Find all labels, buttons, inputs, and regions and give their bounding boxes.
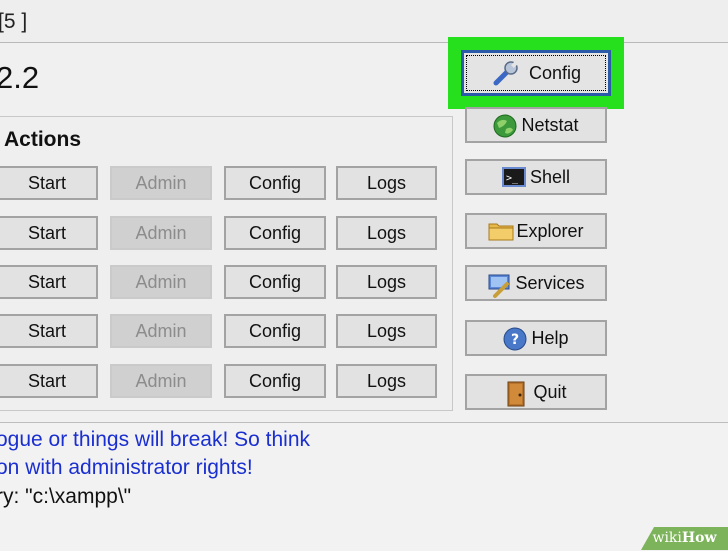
start-button[interactable]: Start [0, 265, 98, 299]
main-config-label: Config [528, 62, 582, 83]
admin-button: Admin [110, 364, 212, 398]
start-button[interactable]: Start [0, 314, 98, 348]
services-label: Services [515, 273, 585, 293]
config-button[interactable]: Config [224, 314, 326, 348]
netstat-button[interactable]: Netstat [465, 107, 607, 143]
explorer-button[interactable]: Explorer [465, 213, 607, 249]
log-line: on with administrator rights! [0, 456, 253, 479]
config-button[interactable]: Config [224, 166, 326, 200]
wrench-icon [491, 58, 521, 88]
version-label: 2.2 [0, 60, 40, 95]
quit-button[interactable]: Quit [465, 374, 607, 410]
logs-button[interactable]: Logs [336, 166, 437, 200]
help-icon: ? [503, 327, 527, 351]
svg-text:?: ? [511, 332, 519, 348]
log-line: ogue or things will break! So think [0, 428, 311, 451]
logs-button[interactable]: Logs [336, 364, 437, 398]
netstat-label: Netstat [521, 115, 579, 135]
shell-button[interactable]: >_ Shell [465, 159, 607, 195]
shell-label: Shell [529, 167, 571, 187]
svg-text:>_: >_ [506, 173, 519, 184]
admin-button: Admin [110, 216, 212, 250]
window-title: [5 ] [0, 10, 28, 33]
terminal-icon: >_ [501, 166, 526, 188]
log-line: ry: "c:\xampp\" [0, 485, 132, 508]
config-button[interactable]: Config [224, 364, 326, 398]
services-icon [487, 272, 510, 298]
admin-button: Admin [110, 166, 212, 200]
admin-button: Admin [110, 314, 212, 348]
start-button[interactable]: Start [0, 216, 98, 250]
help-label: Help [531, 328, 569, 348]
globe-icon [493, 114, 517, 138]
admin-button: Admin [110, 265, 212, 299]
folder-icon [488, 220, 514, 242]
main-config-button[interactable]: Config [461, 50, 611, 96]
actions-header: Actions [4, 128, 82, 151]
door-icon [505, 381, 527, 407]
services-button[interactable]: Services [465, 265, 607, 301]
logs-button[interactable]: Logs [336, 216, 437, 250]
logs-button[interactable]: Logs [336, 314, 437, 348]
wikihow-watermark: wikiHow [641, 527, 728, 550]
explorer-label: Explorer [516, 221, 584, 241]
logs-button[interactable]: Logs [336, 265, 437, 299]
config-button[interactable]: Config [224, 216, 326, 250]
start-button[interactable]: Start [0, 364, 98, 398]
start-button[interactable]: Start [0, 166, 98, 200]
help-button[interactable]: ? Help [465, 320, 607, 356]
quit-label: Quit [533, 382, 567, 402]
config-button[interactable]: Config [224, 265, 326, 299]
